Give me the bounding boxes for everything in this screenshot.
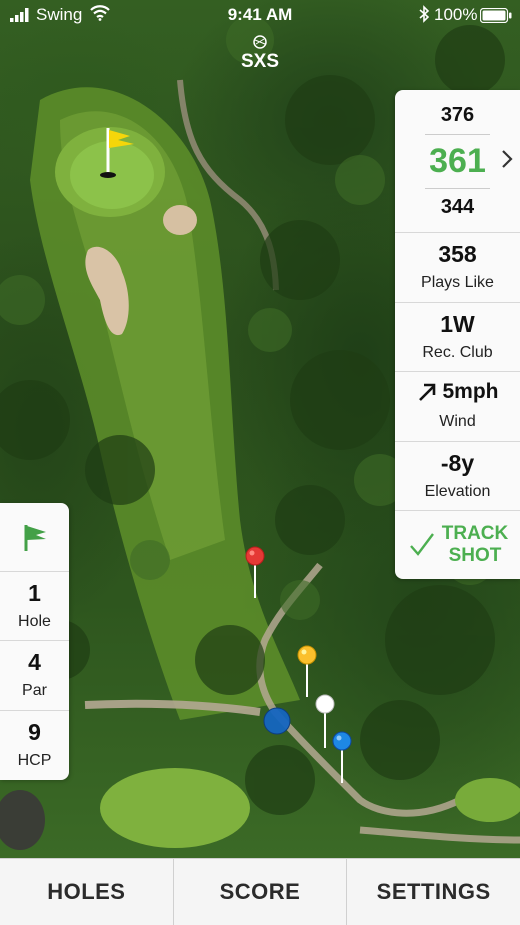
battery-icon <box>480 8 512 23</box>
app-logo: SXS <box>241 35 279 70</box>
wind-label: Wind <box>439 413 476 430</box>
rec-club-value: 1W <box>440 310 475 337</box>
hcp-value: 9 <box>28 718 41 745</box>
divider <box>425 134 490 135</box>
chevron-right-icon[interactable] <box>500 148 514 170</box>
hole-number-label: Hole <box>18 613 51 630</box>
bottom-tab-bar: HOLES SCORE SETTINGS <box>0 858 520 925</box>
par-value: 4 <box>28 649 41 676</box>
distance-back: 376 <box>440 104 475 126</box>
par-label: Par <box>22 682 47 700</box>
player-location-dot <box>263 707 291 735</box>
plays-like-label: Plays Like <box>421 274 494 291</box>
pin-flag-icon <box>100 128 134 178</box>
plays-like-stat: 358 Plays Like <box>395 233 520 303</box>
wind-value: 5mph <box>442 380 499 403</box>
plays-like-value: 358 <box>438 241 477 267</box>
distance-to-green[interactable]: 376 361 344 <box>395 90 520 233</box>
tee-marker-blue[interactable] <box>331 731 353 785</box>
hcp-stat: 9 HCP <box>0 711 69 780</box>
tab-score[interactable]: SCORE <box>172 859 347 925</box>
distance-front: 344 <box>440 196 475 218</box>
check-icon <box>410 533 434 556</box>
hole-flag-button[interactable] <box>0 503 69 572</box>
flag-icon <box>24 525 46 551</box>
track-shot-line1: TRACK <box>441 523 509 544</box>
tab-settings[interactable]: SETTINGS <box>346 859 520 925</box>
battery-percentage: 100% <box>434 5 478 24</box>
hole-info-panel: 1 Hole 4 Par 9 HCP <box>0 503 69 780</box>
track-shot-line2: SHOT <box>448 545 502 566</box>
distance-info-panel: 376 361 344 358 Plays Like 1W Rec. Club … <box>395 90 520 579</box>
hcp-label: HCP <box>17 751 52 769</box>
hole-number-value: 1 <box>28 580 41 606</box>
tee-marker-yellow[interactable] <box>296 645 318 699</box>
app-logo-text: SXS <box>241 51 279 70</box>
tab-holes[interactable]: HOLES <box>0 859 173 925</box>
wind-stat: 5mph Wind <box>395 372 520 442</box>
rec-club-label: Rec. Club <box>422 343 493 361</box>
status-bar: Swing 9:41 AM 100% <box>0 0 520 32</box>
rec-club-stat: 1W Rec. Club <box>395 303 520 372</box>
arrow-up-right-icon <box>419 383 436 401</box>
bluetooth-icon <box>419 5 430 23</box>
elevation-label: Elevation <box>424 482 491 500</box>
elevation-value: -8y <box>440 449 475 476</box>
divider <box>425 188 490 189</box>
elevation-stat: -8y Elevation <box>395 442 520 511</box>
hole-number-stat: 1 Hole <box>0 572 69 642</box>
par-stat: 4 Par <box>0 641 69 711</box>
tee-marker-red[interactable] <box>244 546 266 600</box>
track-shot-button[interactable]: TRACK SHOT <box>395 511 520 579</box>
